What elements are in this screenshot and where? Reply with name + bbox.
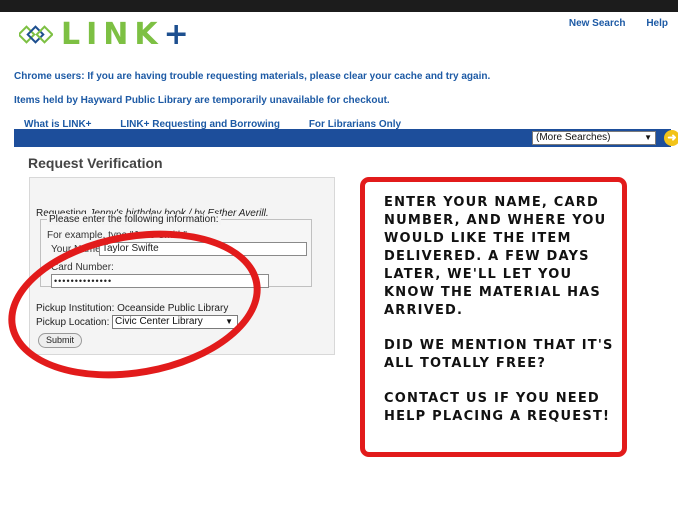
name-field[interactable]: Taylor Swifte <box>99 242 307 256</box>
name-label: Your Name: <box>51 244 104 255</box>
arrow-right-icon: ➜ <box>667 132 677 144</box>
pickup-location-label: Pickup Location: <box>36 317 110 328</box>
logo-plus: + <box>163 17 189 52</box>
info-legend: Please enter the following information: <box>47 214 221 225</box>
info-fieldset: Please enter the following information: … <box>40 214 312 288</box>
card-number-field[interactable]: •••••••••••••• <box>51 274 269 288</box>
help-link[interactable]: Help <box>646 18 668 29</box>
pickup-institution: Pickup Institution: Oceanside Public Lib… <box>36 303 229 314</box>
request-form: Requesting Jenny's birthday book / by Es… <box>29 177 335 355</box>
logo-wordmark: LINK+ <box>61 17 189 53</box>
instruction-callout: Enter your name, card number, and where … <box>360 177 627 457</box>
nav-bar: (More Searches) ▼ ➜ <box>14 129 678 147</box>
dropdown-arrow-icon: ▼ <box>225 317 233 326</box>
pickup-location-value: Civic Center Library <box>115 316 203 327</box>
browser-top-strip <box>0 0 678 12</box>
submit-button[interactable]: Submit <box>38 333 82 348</box>
logo-word: LINK <box>61 17 164 52</box>
go-button[interactable]: ➜ <box>664 130 678 146</box>
callout-paragraph: Did we mention that it's all totally fre… <box>384 338 614 371</box>
dropdown-arrow-icon: ▼ <box>644 133 652 142</box>
more-searches-select[interactable]: (More Searches) ▼ <box>532 131 656 145</box>
chrome-notice: Chrome users: If you are having trouble … <box>14 71 491 82</box>
hayward-notice: Items held by Hayward Public Library are… <box>14 95 390 106</box>
card-number-label: Card Number: <box>51 262 114 273</box>
callout-paragraph: Enter your name, card number, and where … <box>384 195 607 318</box>
pickup-location-select[interactable]: Civic Center Library ▼ <box>112 315 238 329</box>
more-searches-value: (More Searches) <box>536 132 611 143</box>
new-search-link[interactable]: New Search <box>569 18 626 29</box>
callout-paragraph: Contact us if you need help placing a re… <box>384 391 611 424</box>
top-links: New Search Help <box>551 18 668 29</box>
link-plus-logo[interactable]: LINK+ <box>19 17 189 53</box>
page-title: Request Verification <box>28 155 163 171</box>
chain-link-icon <box>19 25 53 44</box>
name-example-hint: For example, type "Jane Smith". <box>47 230 190 241</box>
